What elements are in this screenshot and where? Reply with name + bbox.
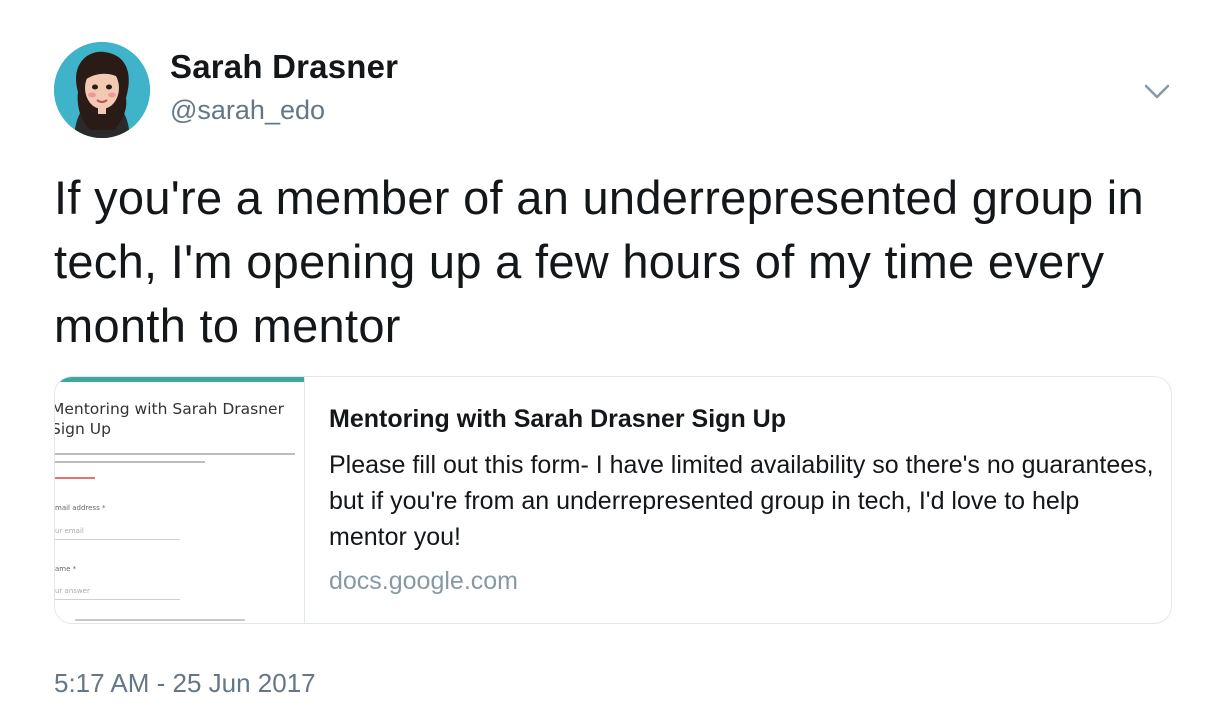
- thumbnail-required-note: [55, 477, 95, 479]
- card-domain: docs.google.com: [329, 567, 519, 595]
- author-handle[interactable]: @sarah_edo: [170, 95, 325, 126]
- author-display-name[interactable]: Sarah Drasner: [170, 48, 398, 86]
- avatar-illustration-icon: [54, 42, 150, 138]
- card-body: Mentoring with Sarah Drasner Sign Up Ple…: [305, 377, 1171, 623]
- card-thumbnail: Mentoring with Sarah Drasner Sign Up mai…: [55, 377, 305, 623]
- thumbnail-name-label: ame *: [55, 565, 77, 573]
- thumbnail-text-line: [75, 619, 245, 621]
- thumbnail-email-placeholder: ur email: [55, 527, 84, 535]
- chevron-down-icon: [1144, 84, 1170, 99]
- tweet-text: If you're a member of an underrepresente…: [54, 171, 1144, 352]
- thumbnail-email-underline: [55, 539, 180, 540]
- thumbnail-text-line: [55, 453, 295, 455]
- thumbnail-name-placeholder: ur answer: [55, 587, 90, 595]
- link-card[interactable]: Mentoring with Sarah Drasner Sign Up mai…: [54, 376, 1172, 624]
- card-description: Please fill out this form- I have limite…: [329, 451, 1154, 551]
- thumbnail-email-label: mail address *: [55, 504, 106, 512]
- thumbnail-accent-bar: [55, 377, 304, 382]
- tweet-menu-button[interactable]: [1140, 76, 1174, 106]
- card-title: Mentoring with Sarah Drasner Sign Up: [329, 405, 786, 433]
- thumbnail-text-line: [55, 461, 205, 463]
- tweet-timestamp[interactable]: 5:17 AM - 25 Jun 2017: [54, 668, 316, 699]
- thumbnail-title: Mentoring with Sarah Drasner Sign Up: [55, 400, 284, 438]
- avatar[interactable]: [54, 42, 150, 138]
- thumbnail-name-underline: [55, 599, 180, 600]
